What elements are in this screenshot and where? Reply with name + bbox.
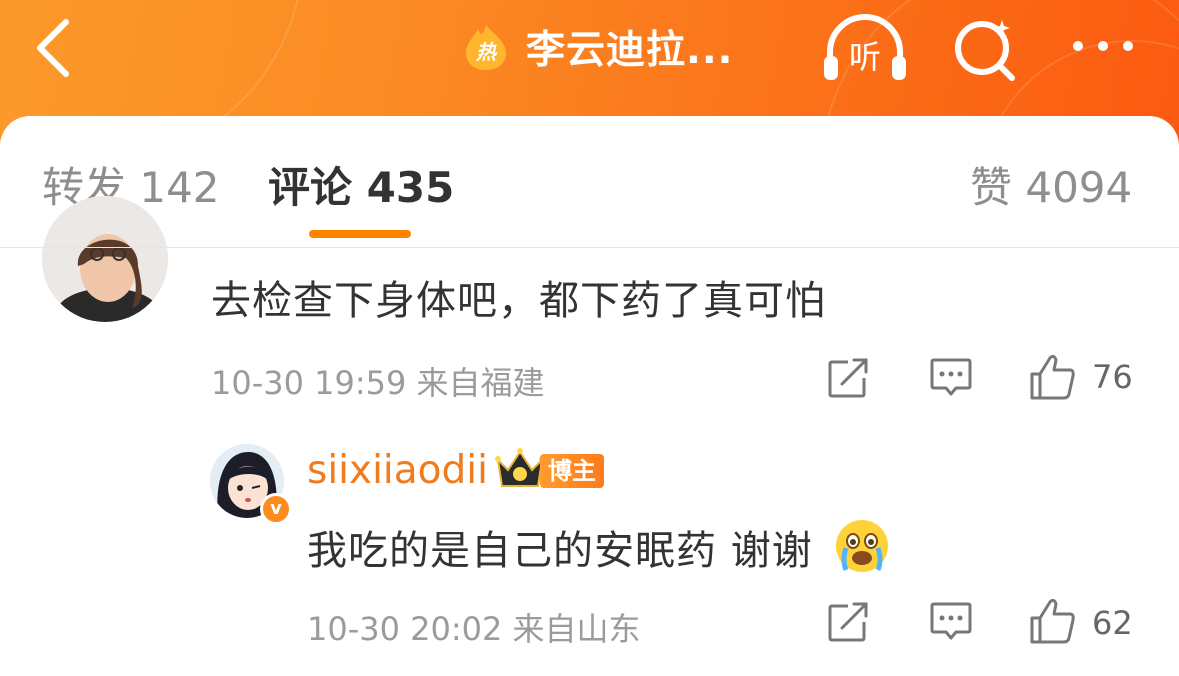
crying-face-emoji-icon (836, 520, 889, 572)
tab-divider (0, 247, 1179, 248)
reply-text: 我吃的是自己的安眠药 谢谢 (307, 518, 890, 576)
reply-repost-button[interactable] (826, 600, 872, 648)
search-icon (955, 20, 1015, 81)
repost-icon (828, 602, 868, 642)
reply-like-count: 62 (1092, 604, 1133, 642)
svg-text:听: 听 (849, 38, 881, 76)
page-title: 李云迪拉... (526, 28, 734, 73)
tab-comments[interactable]: 评论 435 (268, 154, 454, 215)
reply-comment-button[interactable] (928, 600, 974, 648)
tab-bar: 转发 142 评论 435 赞 4094 (0, 116, 1179, 248)
comment-text: 去检查下身体吧，都下药了真可怕 (211, 278, 826, 324)
active-tab-indicator (309, 230, 411, 238)
repost-icon (828, 358, 868, 398)
listen-headphones-icon: 听 (824, 14, 906, 80)
commenter-avatar[interactable] (42, 196, 168, 322)
reply-text-content: 我吃的是自己的安眠药 谢谢 (307, 528, 813, 574)
more-button[interactable] (1066, 12, 1152, 84)
hot-icon: 热 (466, 25, 506, 70)
avatar-photo (42, 196, 168, 322)
blogger-username[interactable]: siixiiaodii (307, 448, 488, 493)
header-title[interactable]: 热 李云迪拉... (462, 20, 733, 74)
comment-icon (930, 358, 972, 396)
comment-meta: 10-30 19:59 来自福建 (211, 364, 545, 402)
back-arrow-icon (37, 19, 69, 77)
like-count: 76 (1092, 358, 1133, 396)
blogger-badge: 博主 (540, 454, 604, 488)
like-button[interactable] (1028, 352, 1078, 406)
repost-button[interactable] (826, 356, 872, 404)
search-button[interactable] (946, 12, 1032, 84)
tab-likes[interactable]: 赞 4094 (970, 154, 1132, 215)
reply-button[interactable] (928, 356, 974, 404)
more-icon (1073, 41, 1133, 51)
svg-text:热: 热 (475, 40, 498, 64)
reply-meta: 10-30 20:02 来自山东 (307, 610, 641, 648)
comment-icon (930, 602, 972, 640)
verified-badge: v (260, 493, 292, 525)
reply-like-button[interactable] (1028, 596, 1078, 650)
listen-button[interactable]: 听 (822, 12, 908, 84)
thumbs-up-icon (1030, 354, 1075, 400)
thumbs-up-icon (1030, 598, 1075, 644)
back-button[interactable] (26, 14, 86, 78)
